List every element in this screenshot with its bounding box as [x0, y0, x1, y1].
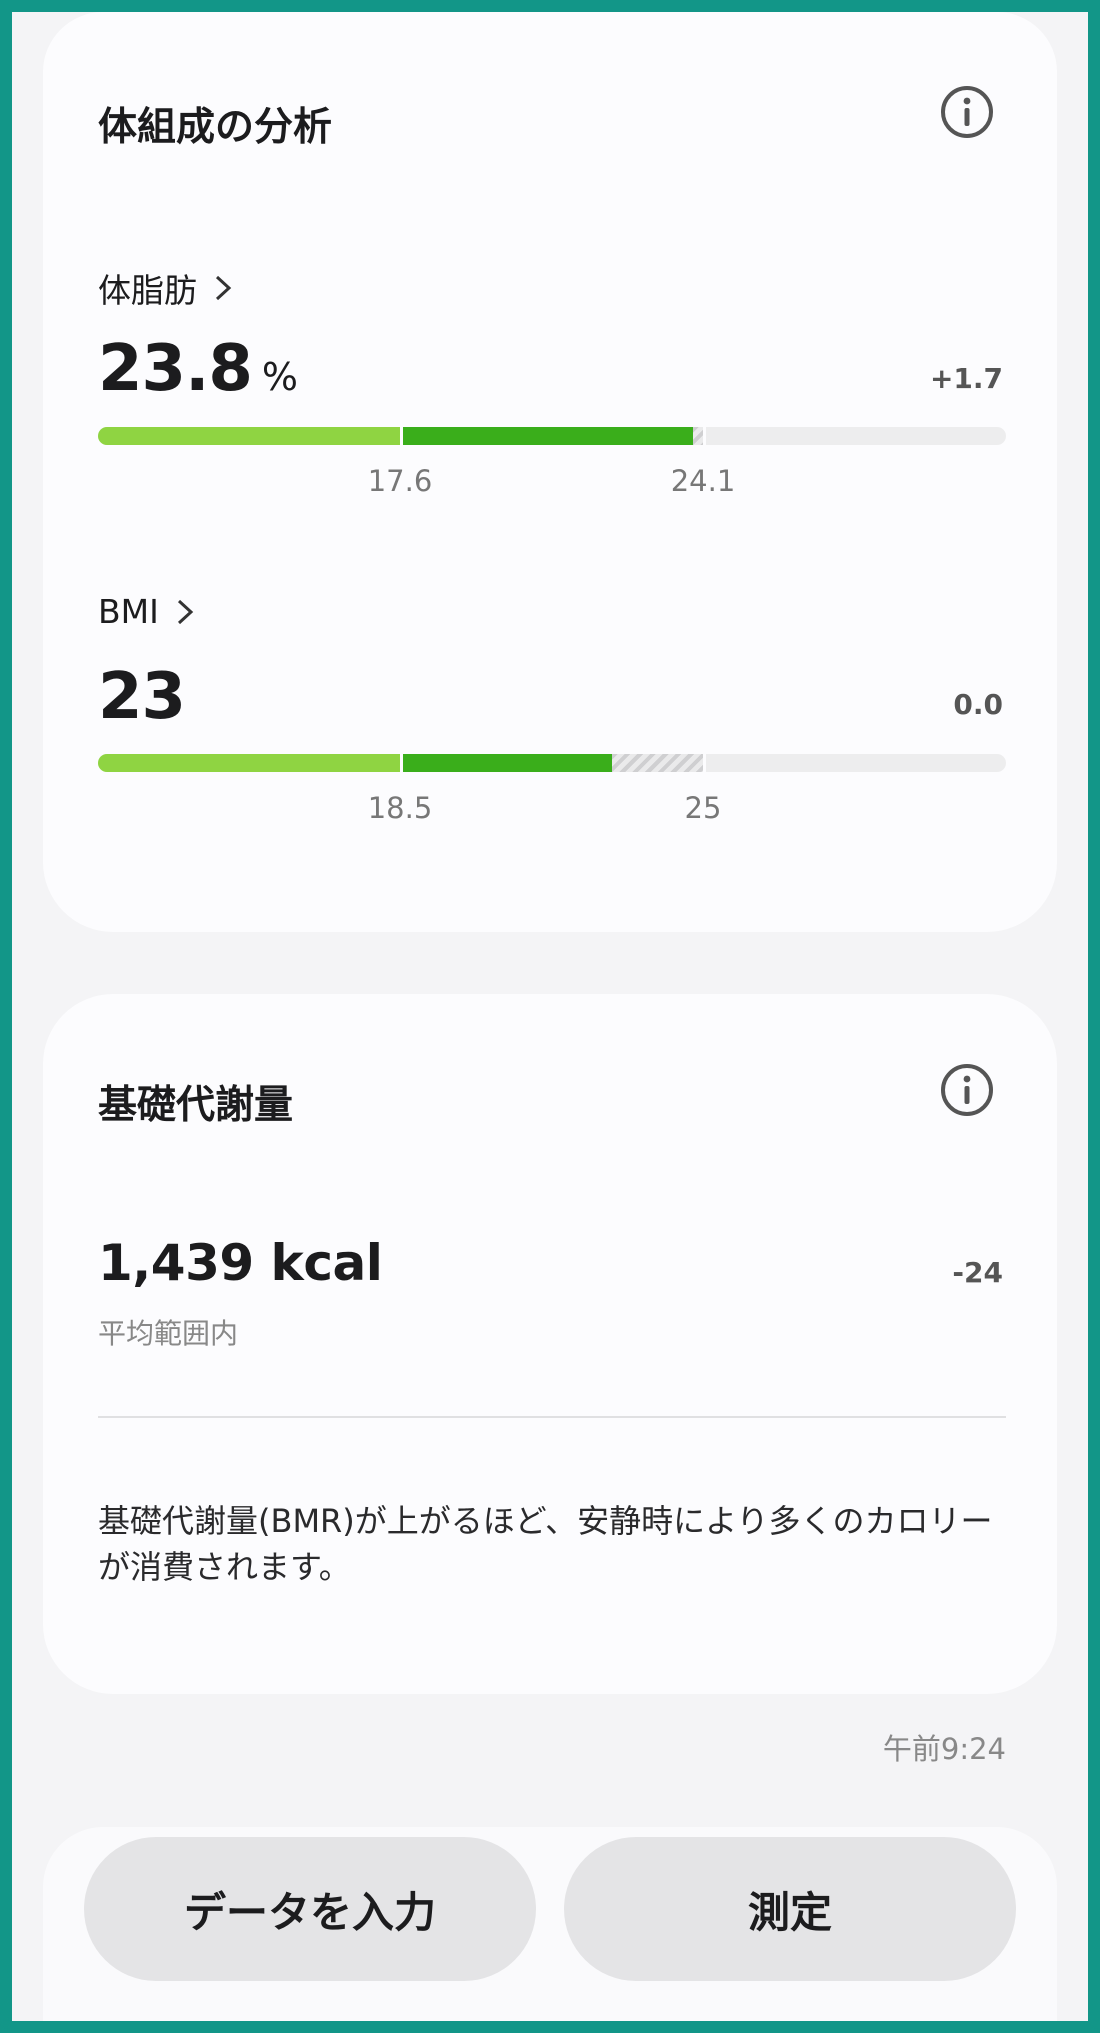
- info-icon[interactable]: [939, 84, 995, 140]
- enter-data-button[interactable]: データを入力: [84, 1837, 536, 1981]
- bmr-delta: -24: [952, 1256, 1003, 1289]
- body-composition-title: 体組成の分析: [98, 105, 333, 150]
- bmi-link[interactable]: BMI: [98, 592, 197, 631]
- body-fat-delta: +1.7: [929, 362, 1003, 395]
- body-fat-link[interactable]: 体脂肪: [98, 264, 235, 312]
- range-segment-hatched: [612, 754, 703, 772]
- body-fat-range-bar: [98, 425, 1006, 447]
- divider: [98, 1416, 1006, 1418]
- info-icon[interactable]: [939, 1062, 995, 1118]
- body-fat-value: 23.8%: [98, 332, 298, 406]
- bmi-tick-low: 18.5: [367, 791, 433, 825]
- bmi-range-bar: [98, 752, 1006, 774]
- chevron-right-icon: [177, 599, 194, 624]
- body-fat-tick-low: 17.6: [367, 464, 433, 498]
- bmi-fill: [400, 754, 612, 772]
- measure-button[interactable]: 測定: [564, 1837, 1016, 1981]
- timestamp: 午前9:24: [882, 1732, 1006, 1766]
- range-segment-low: [98, 754, 400, 772]
- body-composition-card: 体組成の分析 体脂肪 23.8% +1.7 17.6 24.1 BMI 23 0…: [43, 12, 1057, 932]
- bmr-card: 基礎代謝量 1,439 kcal -24 平均範囲内 基礎代謝量(BMR)が上が…: [43, 994, 1057, 1694]
- bmi-tick-high: 25: [684, 791, 722, 825]
- chevron-right-icon: [215, 275, 232, 301]
- bmi-label: BMI: [98, 592, 159, 631]
- bottom-action-bar: データを入力 測定: [43, 1827, 1057, 2021]
- range-separator: [400, 752, 403, 774]
- body-fat-tick-high: 24.1: [670, 464, 736, 498]
- screen: 体組成の分析 体脂肪 23.8% +1.7 17.6 24.1 BMI 23 0…: [12, 12, 1088, 2021]
- bmr-status: 平均範囲内: [98, 1317, 239, 1350]
- bmr-value: 1,439 kcal: [98, 1234, 383, 1292]
- body-fat-fill: [400, 427, 701, 445]
- range-separator: [703, 752, 706, 774]
- range-separator: [703, 425, 706, 447]
- bmr-description: 基礎代謝量(BMR)が上がるほど、安静時により多くのカロリーが消費されます。: [98, 1502, 993, 1586]
- body-fat-label: 体脂肪: [98, 271, 197, 310]
- bmr-title: 基礎代謝量: [98, 1083, 294, 1128]
- body-fat-unit: %: [261, 355, 298, 399]
- range-separator: [400, 425, 403, 447]
- range-segment-low: [98, 427, 400, 445]
- bmi-delta: 0.0: [953, 688, 1003, 721]
- range-segment-hatched: [693, 427, 703, 445]
- bmi-value: 23: [98, 660, 186, 734]
